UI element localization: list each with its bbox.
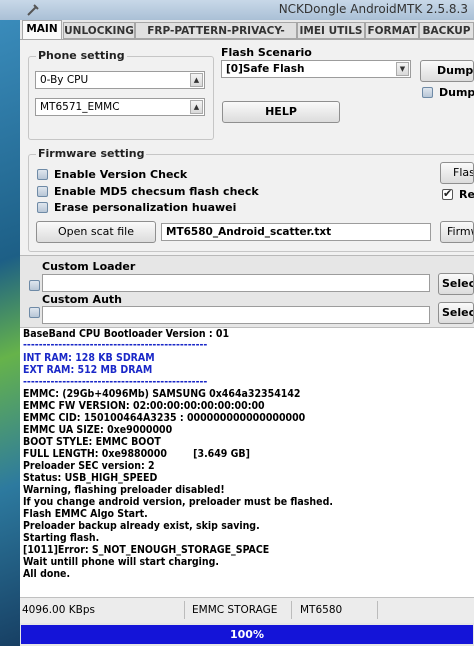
enable-version-check[interactable]: Enable Version Check [37, 168, 187, 182]
re-checkbox-label: Re [459, 188, 474, 201]
checkbox-icon [37, 202, 48, 213]
log-line: If you change android version, preloader… [23, 496, 333, 508]
custom-auth-field[interactable] [42, 306, 430, 324]
scatter-file-field[interactable]: MT6580_Android_scatter.txt [161, 223, 431, 241]
erase-personalization-label: Erase personalization huawei [54, 201, 237, 214]
log-line: All done. [23, 568, 71, 580]
updown-arrow-icon: ▲ [190, 73, 203, 87]
log-line: Status: USB_HIGH_SPEED [23, 472, 158, 484]
tab-bar: MAIN UNLOCKING FRP-PATTERN-PRIVACY-RESET… [20, 20, 474, 53]
tab-backup[interactable]: BACKUP [419, 22, 474, 39]
custom-loader-checkbox[interactable] [29, 280, 40, 291]
log-line: EMMC CID: 150100464A3235 : 0000000000000… [23, 412, 306, 424]
log-line: EMMC UA SIZE: 0xe9000000 [23, 424, 173, 436]
firmware-button[interactable]: Firmw [440, 221, 474, 243]
log-line: Preloader backup already exist, skip sav… [23, 520, 260, 532]
status-storage: EMMC STORAGE [188, 601, 292, 619]
progress-text: 100% [230, 628, 264, 641]
flash-button[interactable]: Flas [440, 162, 474, 184]
custom-auth-select-button[interactable]: Selec [438, 302, 474, 324]
status-bar: 4096.00 KBps EMMC STORAGE MT6580 [20, 597, 474, 623]
status-speed: 4096.00 KBps [20, 601, 185, 619]
log-line: Wait untill phone will start charging. [23, 556, 219, 568]
custom-loader-field[interactable] [42, 274, 430, 292]
tab-main[interactable]: MAIN [22, 20, 62, 40]
checkbox-checked-icon [442, 187, 453, 201]
enable-md5-check-label: Enable MD5 checsum flash check [54, 185, 259, 198]
help-button[interactable]: HELP [222, 101, 340, 123]
dump-checkbox[interactable]: Dump [422, 86, 474, 100]
desktop-background [0, 0, 22, 646]
log-output[interactable]: BaseBand CPU Bootloader Version : 01 ---… [20, 327, 474, 598]
main-window: MAIN UNLOCKING FRP-PATTERN-PRIVACY-RESET… [20, 20, 474, 646]
tab-frp-pattern-privacy-reset[interactable]: FRP-PATTERN-PRIVACY-RESET [135, 22, 297, 53]
log-line: INT RAM: 128 KB SDRAM [23, 352, 155, 364]
status-chip: MT6580 [294, 601, 378, 619]
log-line: ----------------------------------------… [23, 339, 208, 351]
cpu-select-value: 0-By CPU [40, 74, 89, 86]
app-icon [27, 4, 39, 16]
tab-unlocking[interactable]: UNLOCKING [63, 22, 135, 39]
window-titlebar[interactable]: NCKDongle AndroidMTK 2.5.8.3 [0, 0, 474, 20]
window-title: NCKDongle AndroidMTK 2.5.8.3 [278, 2, 468, 16]
chevron-down-icon: ▼ [396, 62, 409, 76]
dump-button[interactable]: Dump t [420, 60, 474, 82]
flash-scenario-value: [0]Safe Flash [226, 63, 305, 75]
checkbox-icon [37, 186, 48, 197]
custom-loader-select-button[interactable]: Select [438, 273, 474, 295]
model-select-value: MT6571_EMMC [40, 101, 120, 113]
custom-auth-label: Custom Auth [42, 293, 122, 306]
checkbox-icon [37, 169, 48, 180]
log-line: BOOT STYLE: EMMC BOOT [23, 436, 161, 448]
re-checkbox[interactable]: Re [442, 187, 474, 202]
log-line: Warning, flashing preloader disabled! [23, 484, 225, 496]
dump-checkbox-label: Dump [439, 86, 474, 99]
main-tab-panel: Phone setting 0-By CPU ▲ MT6571_EMMC ▲ F… [20, 39, 474, 256]
cpu-select[interactable]: 0-By CPU ▲ [35, 71, 205, 89]
log-line: Flash EMMC Algo Start. [23, 508, 148, 520]
firmware-setting-label: Firmware setting [36, 147, 147, 160]
checkbox-icon [422, 87, 433, 98]
custom-loader-label: Custom Loader [42, 260, 136, 273]
model-select[interactable]: MT6571_EMMC ▲ [35, 98, 205, 116]
log-line: Starting flash. [23, 532, 100, 544]
log-line: EMMC: (29Gb+4096Mb) SAMSUNG 0x464a323541… [23, 388, 301, 400]
log-line: Preloader SEC version: 2 [23, 460, 155, 472]
enable-md5-check[interactable]: Enable MD5 checsum flash check [37, 185, 259, 199]
custom-loader-area: Custom Loader Select Custom Auth Selec [20, 255, 474, 328]
log-line: EMMC FW VERSION: 02:00:00:00:00:00:00:00 [23, 400, 265, 412]
updown-arrow-icon: ▲ [190, 100, 203, 114]
log-line: FULL LENGTH: 0xe9880000 [3.649 GB] [23, 448, 250, 460]
erase-personalization-huawei[interactable]: Erase personalization huawei [37, 201, 236, 215]
open-scat-file-button[interactable]: Open scat file [36, 221, 156, 243]
enable-version-check-label: Enable Version Check [54, 168, 188, 181]
flash-scenario-label: Flash Scenario [221, 46, 312, 59]
progress-bar: 100% [20, 623, 474, 646]
log-line: [1011]Error: S_NOT_ENOUGH_STORAGE_SPACE [23, 544, 270, 556]
flash-scenario-select[interactable]: [0]Safe Flash ▼ [221, 60, 411, 78]
phone-setting-label: Phone setting [36, 49, 127, 62]
custom-auth-checkbox[interactable] [29, 307, 40, 318]
tab-format[interactable]: FORMAT [365, 22, 419, 39]
log-line: ----------------------------------------… [23, 376, 208, 388]
tab-imei-utils[interactable]: IMEI UTILS [297, 22, 365, 39]
log-line: EXT RAM: 512 MB DRAM [23, 364, 153, 376]
